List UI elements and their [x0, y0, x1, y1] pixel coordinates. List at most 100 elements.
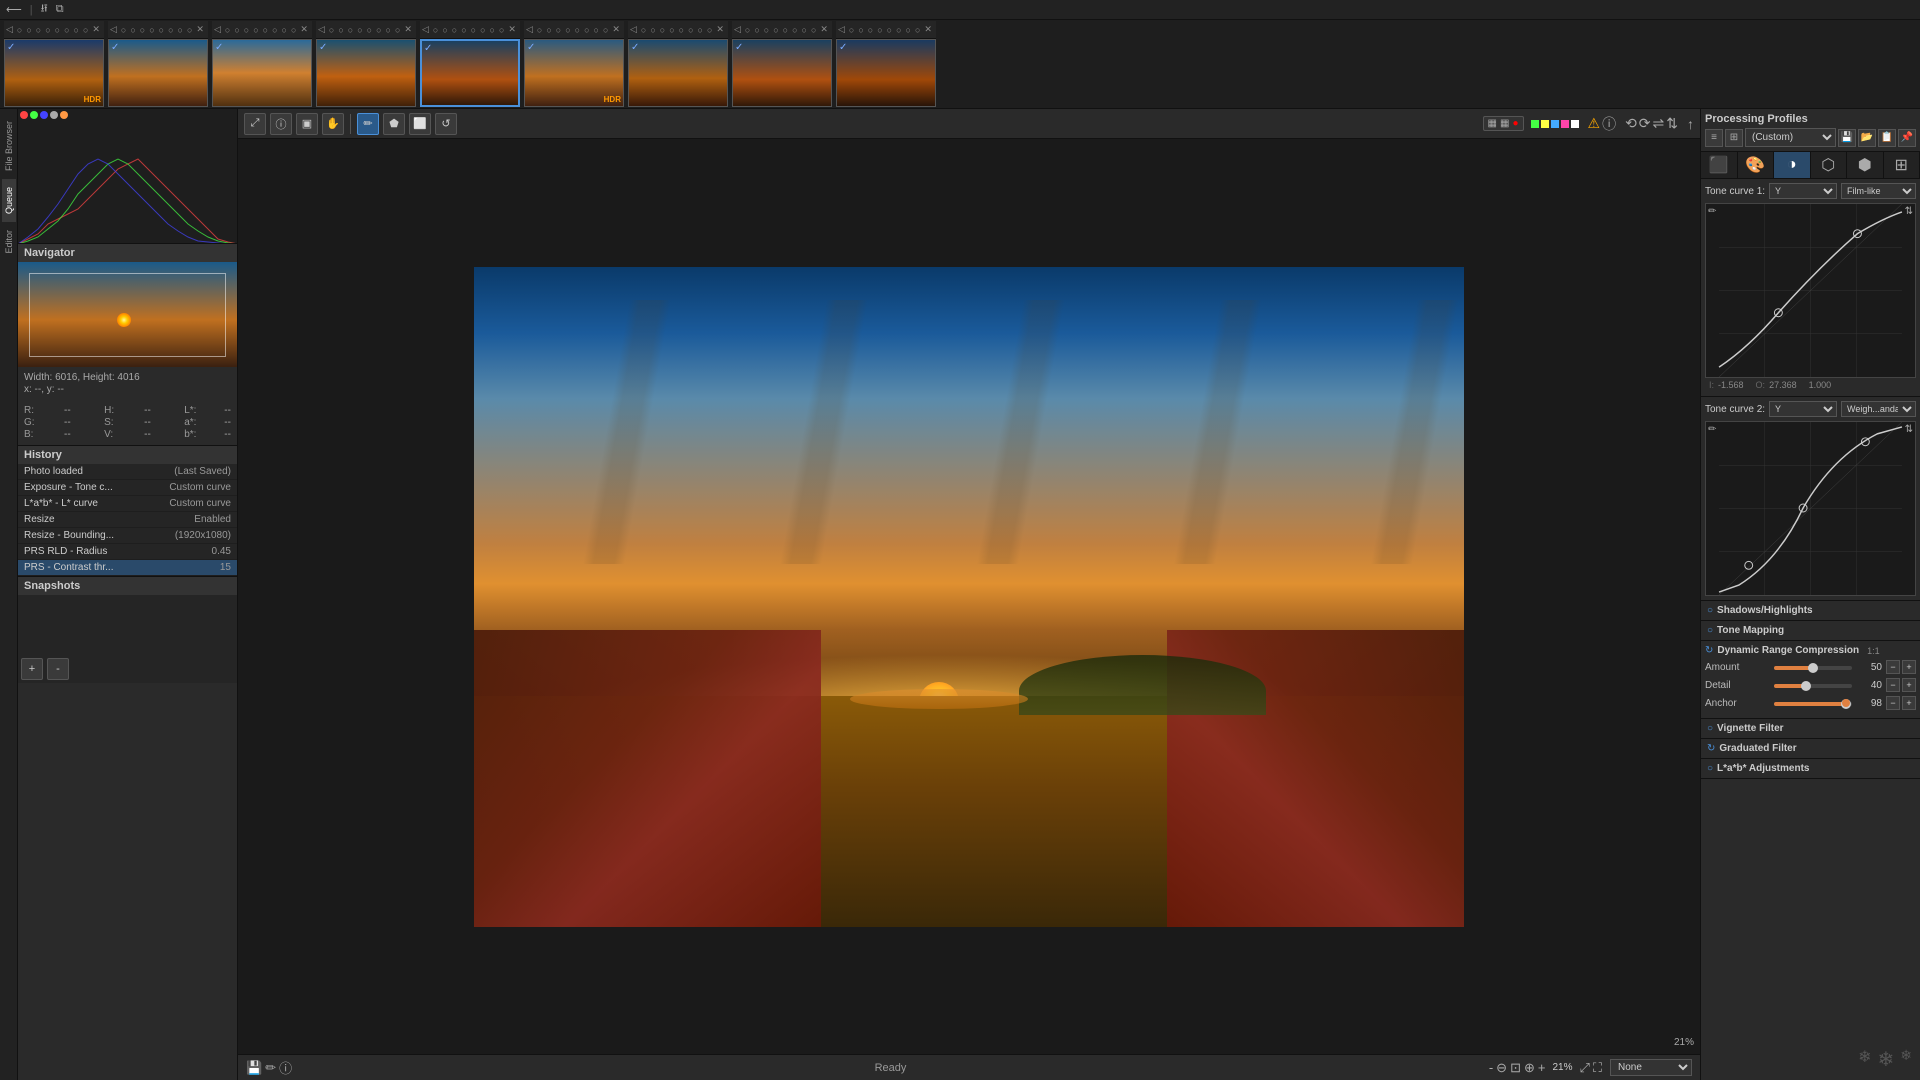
zoom-out2-icon[interactable]: ⊖: [1496, 1060, 1507, 1076]
thumb-toolbar-icon[interactable]: ○: [17, 25, 22, 35]
thumb-toolbar-icon[interactable]: ✕: [508, 24, 516, 35]
bottom-icon-save[interactable]: 💾: [246, 1060, 262, 1076]
thumb-toolbar-icon[interactable]: ○: [178, 25, 183, 35]
thumb-toolbar-icon[interactable]: ✕: [820, 24, 828, 35]
curve-1-pencil-icon[interactable]: ✏: [1708, 206, 1716, 217]
hand-button[interactable]: ✋: [322, 113, 344, 135]
thumb-toolbar-icon[interactable]: ○: [329, 25, 334, 35]
tool-tab-raw[interactable]: ⬢: [1847, 152, 1884, 178]
thumb-toolbar-icon[interactable]: ◁: [422, 24, 429, 35]
thumb-toolbar-icon[interactable]: ✕: [92, 24, 100, 35]
thumb-toolbar-icon[interactable]: ○: [792, 25, 797, 35]
tool-tab-detail[interactable]: ◑: [1774, 152, 1811, 178]
rotate-button[interactable]: ↺: [435, 113, 457, 135]
drc-anchor-slider[interactable]: [1774, 702, 1852, 706]
drc-detail-minus-btn[interactable]: −: [1886, 678, 1900, 692]
drc-detail-slider[interactable]: [1774, 684, 1852, 688]
thumb-toolbar-icon[interactable]: ○: [745, 25, 750, 35]
toolbar-flip-icon[interactable]: ⇌: [1653, 115, 1665, 132]
tool-tab-exposure[interactable]: ⬛: [1701, 152, 1738, 178]
thumb-toolbar-icon[interactable]: ○: [603, 25, 608, 35]
thumb-toolbar-icon[interactable]: ○: [36, 25, 41, 35]
thumb-toolbar-icon[interactable]: ◁: [630, 24, 637, 35]
thumb-toolbar-icon[interactable]: ○: [64, 25, 69, 35]
toolbar-view-icon-2[interactable]: ▦: [1500, 118, 1509, 129]
thumb-toolbar-icon[interactable]: ○: [565, 25, 570, 35]
zoom-fit-btn[interactable]: ⤢: [1579, 1060, 1589, 1076]
brush-button[interactable]: ⬟: [383, 113, 405, 135]
filmstrip-thumb-3[interactable]: ◁○○○○○○○○✕✓: [212, 21, 312, 107]
tone-curve-2-type-select[interactable]: Weigh...andardLinear: [1841, 401, 1916, 417]
history-item[interactable]: Photo loaded(Last Saved): [18, 464, 237, 480]
bottom-icon-info[interactable]: ⓘ: [279, 1058, 292, 1077]
toolbar-view-icon-3[interactable]: ●: [1512, 118, 1518, 129]
filmstrip-thumb-8[interactable]: ◁○○○○○○○○✕✓: [732, 21, 832, 107]
thumb-toolbar-icon[interactable]: ◁: [6, 24, 13, 35]
snapshots-title[interactable]: Snapshots: [18, 577, 237, 595]
filmstrip-thumb-2[interactable]: ◁○○○○○○○○✕✓: [108, 21, 208, 107]
tone-curve-2-channel-select[interactable]: YRGB: [1769, 401, 1837, 417]
pp-copy-btn[interactable]: 📋: [1878, 129, 1896, 147]
pp-select[interactable]: (Custom): [1745, 128, 1836, 147]
thumb-toolbar-icon[interactable]: ○: [130, 25, 135, 35]
filmstrip-toolbar-icon-1[interactable]: ⟵: [6, 3, 22, 16]
graduated-filter-section[interactable]: ↻ Graduated Filter: [1701, 739, 1920, 759]
tone-curve-1-type-select[interactable]: Film-likeLinearCustom: [1841, 183, 1916, 199]
thumb-toolbar-icon[interactable]: ○: [546, 25, 551, 35]
thumb-toolbar-icon[interactable]: ○: [906, 25, 911, 35]
history-item[interactable]: Exposure - Tone c...Custom curve: [18, 480, 237, 496]
thumb-toolbar-icon[interactable]: ○: [395, 25, 400, 35]
thumb-toolbar-icon[interactable]: ○: [858, 25, 863, 35]
drc-title[interactable]: ↻ Dynamic Range Compression 1:1: [1705, 645, 1916, 656]
filmstrip-thumb-7[interactable]: ◁○○○○○○○○✕✓: [628, 21, 728, 107]
thumb-toolbar-icon[interactable]: ○: [149, 25, 154, 35]
thumb-toolbar-icon[interactable]: ○: [480, 25, 485, 35]
thumb-toolbar-icon[interactable]: ○: [386, 25, 391, 35]
tone-curve-1-channel-select[interactable]: YRGB: [1769, 183, 1837, 199]
thumb-toolbar-icon[interactable]: ○: [594, 25, 599, 35]
thumb-toolbar-icon[interactable]: ○: [575, 25, 580, 35]
thumb-toolbar-icon[interactable]: ○: [698, 25, 703, 35]
thumb-toolbar-icon[interactable]: ○: [338, 25, 343, 35]
pp-list-view-btn[interactable]: ≡: [1705, 129, 1723, 147]
history-item[interactable]: ResizeEnabled: [18, 512, 237, 528]
thumb-toolbar-icon[interactable]: ✕: [300, 24, 308, 35]
toolbar-export-icon[interactable]: ↑: [1687, 116, 1694, 132]
vignette-filter-section[interactable]: ○ Vignette Filter: [1701, 719, 1920, 739]
navigator-title[interactable]: Navigator: [18, 244, 237, 262]
thumb-toolbar-icon[interactable]: ◁: [838, 24, 845, 35]
thumb-toolbar-icon[interactable]: ○: [773, 25, 778, 35]
info-button[interactable]: ⓘ: [270, 113, 292, 135]
zoom-in-icon[interactable]: ⊕: [1524, 1060, 1535, 1076]
thumb-toolbar-icon[interactable]: ○: [584, 25, 589, 35]
lab-adjustments-section[interactable]: ○ L*a*b* Adjustments: [1701, 759, 1920, 779]
thumb-toolbar-icon[interactable]: ○: [877, 25, 882, 35]
thumb-toolbar-icon[interactable]: ◁: [214, 24, 221, 35]
thumb-toolbar-icon[interactable]: ○: [452, 25, 457, 35]
thumb-toolbar-icon[interactable]: ◁: [734, 24, 741, 35]
toolbar-warning-icon[interactable]: ⚠: [1588, 115, 1601, 132]
thumb-toolbar-icon[interactable]: ○: [225, 25, 230, 35]
thumb-toolbar-icon[interactable]: ◁: [318, 24, 325, 35]
filmstrip-toolbar-icon-2[interactable]: ⭿: [41, 0, 48, 19]
zoom-in2-icon[interactable]: +: [1538, 1060, 1546, 1075]
thumb-toolbar-icon[interactable]: ◁: [526, 24, 533, 35]
thumb-toolbar-icon[interactable]: ○: [187, 25, 192, 35]
thumb-toolbar-icon[interactable]: ✕: [716, 24, 724, 35]
thumb-toolbar-icon[interactable]: ✕: [612, 24, 620, 35]
side-tab-queue[interactable]: Queue: [2, 179, 16, 222]
thumb-toolbar-icon[interactable]: ○: [556, 25, 561, 35]
drc-amount-minus-btn[interactable]: −: [1886, 660, 1900, 674]
thumb-toolbar-icon[interactable]: ○: [669, 25, 674, 35]
toolbar-view-icon-1[interactable]: ▦: [1488, 118, 1497, 129]
bottom-icon-edit[interactable]: ✏: [265, 1060, 276, 1076]
thumb-toolbar-icon[interactable]: ○: [688, 25, 693, 35]
filmstrip-toolbar-icon-3[interactable]: ⧉: [56, 3, 64, 16]
side-tab-editor[interactable]: Editor: [2, 222, 16, 262]
tone-curve-2-chart[interactable]: [1706, 422, 1915, 595]
filmstrip-thumb-4[interactable]: ◁○○○○○○○○✕✓: [316, 21, 416, 107]
zoom-out-icon[interactable]: -: [1489, 1060, 1493, 1075]
thumb-toolbar-icon[interactable]: ○: [802, 25, 807, 35]
zoom-controls[interactable]: - ⊖ ⊡ ⊕ + 21% ⤢ ⛶: [1489, 1060, 1602, 1076]
thumb-toolbar-icon[interactable]: ○: [282, 25, 287, 35]
